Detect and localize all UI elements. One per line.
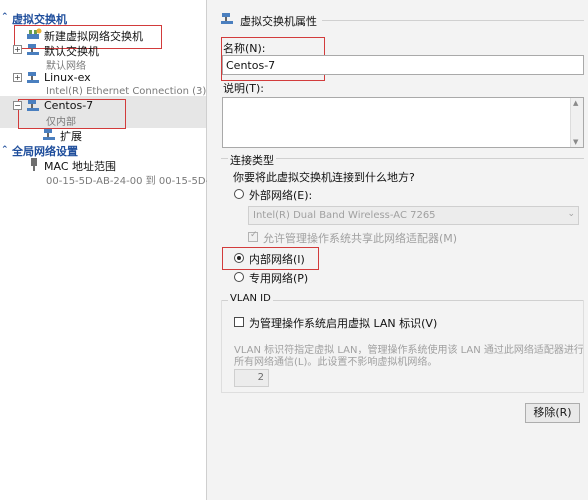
centos-type: 仅内部 (46, 117, 76, 128)
network-switch-icon (27, 100, 39, 111)
collapse-vswitch-icon[interactable]: ⌃ (1, 12, 9, 22)
new-switch-icon (27, 28, 42, 39)
switch-properties-panel: 虚拟交换机属性 名称(N): Centos-7 说明(T): ▲ ▼ 连接类型 … (207, 0, 588, 500)
name-label: 名称(N): (223, 42, 266, 55)
allow-mgmt-checkbox[interactable]: ✓ (248, 230, 258, 242)
new-vswitch-item[interactable]: 新建虚拟网络交换机 (44, 28, 143, 44)
collapse-global-icon[interactable]: ⌃ (1, 145, 9, 155)
properties-title: 虚拟交换机属性 (240, 15, 317, 28)
chevron-down-icon[interactable]: ⌄ (567, 209, 575, 219)
private-network-radio[interactable] (234, 272, 244, 282)
collapse-centos-icon[interactable]: − (13, 101, 22, 110)
title-divider (322, 20, 584, 21)
network-switch-icon (27, 44, 39, 55)
allow-mgmt-label[interactable]: 允许管理操作系统共享此网络适配器(M) (263, 230, 457, 246)
extension-icon (43, 129, 55, 140)
switch-tree-panel: ⌃ 虚拟交换机 新建虚拟网络交换机 + 默认交换机 默认网络 + Linux-e… (0, 0, 222, 500)
mac-range-value: 00-15-5D-AB-24-00 到 00-15-5D-... (46, 176, 219, 187)
private-network-label[interactable]: 专用网络(P) (249, 270, 308, 286)
connection-question: 你要将此虚拟交换机连接到什么地方? (233, 171, 415, 184)
scroll-down-icon[interactable]: ▼ (573, 138, 578, 146)
description-field[interactable]: ▲ ▼ (222, 97, 584, 148)
internal-network-label[interactable]: 内部网络(I) (249, 251, 305, 267)
external-network-label[interactable]: 外部网络(E): (249, 187, 312, 203)
centos-item[interactable]: Centos-7 (44, 99, 93, 112)
network-switch-icon (221, 13, 233, 24)
expand-linux-ex-icon[interactable]: + (13, 73, 22, 82)
section-global-header[interactable]: 全局网络设置 (12, 143, 78, 159)
check-icon: ✓ (250, 230, 258, 240)
description-scrollbar[interactable]: ▲ ▼ (570, 98, 583, 147)
internal-network-radio[interactable] (234, 253, 244, 263)
name-field[interactable]: Centos-7 (222, 55, 584, 75)
remove-button[interactable]: 移除(R) (525, 403, 580, 423)
linux-ex-item[interactable]: Linux-ex (44, 71, 91, 84)
mac-address-icon (31, 158, 37, 171)
default-switch-type: 默认网络 (46, 61, 86, 72)
name-field-value: Centos-7 (226, 59, 276, 72)
adapter-dropdown[interactable]: Intel(R) Dual Band Wireless-AC 7265 ⌄ (248, 206, 579, 225)
scroll-up-icon[interactable]: ▲ (573, 99, 578, 107)
extension-item[interactable]: 扩展 (60, 128, 82, 144)
expand-default-switch-icon[interactable]: + (13, 45, 22, 54)
connection-type-label: 连接类型 (228, 152, 276, 168)
network-switch-icon (27, 72, 39, 83)
adapter-dropdown-value: Intel(R) Dual Band Wireless-AC 7265 (253, 210, 436, 221)
external-network-radio[interactable] (234, 189, 244, 199)
vlan-group-frame (221, 300, 584, 393)
description-label: 说明(T): (223, 82, 265, 95)
